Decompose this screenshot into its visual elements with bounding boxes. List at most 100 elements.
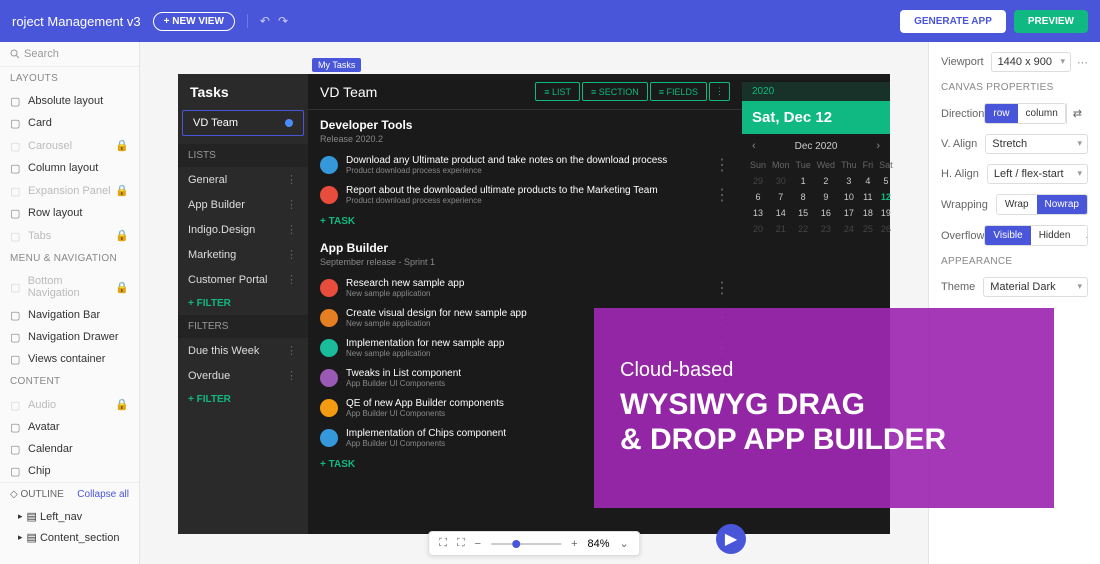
more-icon[interactable]: ⋮ xyxy=(286,198,298,211)
more-icon[interactable]: ⋯ xyxy=(1077,56,1088,69)
zoom-dropdown-icon[interactable]: ⌄ xyxy=(620,537,629,550)
add-filter[interactable]: + FILTER xyxy=(178,388,308,411)
list-item[interactable]: Customer Portal⋮ xyxy=(178,267,308,292)
panel-item[interactable]: ▢Column layout xyxy=(0,157,139,179)
undo-icon[interactable]: ↶ xyxy=(260,14,270,28)
nowrap-button[interactable]: Nowrap xyxy=(1037,195,1087,214)
cal-day[interactable]: 29 xyxy=(748,174,768,188)
task-row[interactable]: Research new sample appNew sample applic… xyxy=(308,273,742,303)
cal-day[interactable]: 1 xyxy=(794,174,813,188)
search-input[interactable]: Search xyxy=(0,42,139,67)
more-icon[interactable]: ⋮ xyxy=(714,185,730,205)
cal-day[interactable]: 18 xyxy=(861,206,876,220)
cal-day[interactable]: 16 xyxy=(815,206,837,220)
preview-button[interactable]: PREVIEW xyxy=(1014,10,1088,33)
cal-day[interactable]: 23 xyxy=(815,222,837,236)
outline-item[interactable]: ▸▤ Content_section xyxy=(0,527,139,548)
panel-item[interactable]: ▢Navigation Bar xyxy=(0,304,139,326)
panel-item[interactable]: ▢Views container xyxy=(0,348,139,370)
valign-select[interactable]: Stretch xyxy=(985,134,1088,154)
fit-icon[interactable]: ⛶ xyxy=(439,537,447,550)
halign-select[interactable]: Left / flex-start xyxy=(987,164,1088,184)
more-icon[interactable]: ⋮ xyxy=(286,223,298,236)
add-task-g1[interactable]: + TASK xyxy=(308,210,742,233)
cal-day[interactable]: 11 xyxy=(861,190,876,204)
view-button-list[interactable]: ≡ LIST xyxy=(535,82,580,101)
collapse-all-link[interactable]: Collapse all xyxy=(77,489,129,500)
filters-header: FILTERS xyxy=(178,315,308,338)
panel-item[interactable]: ▢Avatar xyxy=(0,416,139,438)
generate-app-button[interactable]: GENERATE APP xyxy=(900,10,1006,33)
canvas-tag[interactable]: My Tasks xyxy=(312,58,361,72)
cal-day[interactable]: 22 xyxy=(794,222,813,236)
view-button-fields[interactable]: ≡ FIELDS xyxy=(650,82,707,101)
list-item[interactable]: App Builder⋮ xyxy=(178,192,308,217)
cal-day[interactable]: 30 xyxy=(770,174,792,188)
cal-day[interactable]: 14 xyxy=(770,206,792,220)
view-button-section[interactable]: ≡ SECTION xyxy=(582,82,648,101)
panel-item[interactable]: ▢Card xyxy=(0,112,139,134)
cal-day[interactable]: 26 xyxy=(877,222,895,236)
more-icon[interactable]: ⋮ xyxy=(286,273,298,286)
fullscreen-icon[interactable]: ⛶ xyxy=(457,537,465,550)
view-more-icon[interactable]: ⋮ xyxy=(709,82,730,101)
cal-day[interactable]: 9 xyxy=(815,190,837,204)
cal-day[interactable]: 7 xyxy=(770,190,792,204)
cal-day[interactable]: 6 xyxy=(748,190,768,204)
more-icon[interactable]: ⋮ xyxy=(714,155,730,175)
cal-day[interactable]: 13 xyxy=(748,206,768,220)
theme-select[interactable]: Material Dark xyxy=(983,277,1088,297)
zoom-slider[interactable] xyxy=(491,543,561,545)
overflow-visible-button[interactable]: Visible xyxy=(985,226,1030,245)
cal-day[interactable]: 15 xyxy=(794,206,813,220)
overflow-hidden-button[interactable]: Hidden xyxy=(1031,226,1079,245)
outline-item[interactable]: ▸▤ Left_nav xyxy=(0,506,139,527)
cal-day[interactable]: 4 xyxy=(861,174,876,188)
filter-item[interactable]: Overdue⋮ xyxy=(178,363,308,388)
direction-row-button[interactable]: row xyxy=(985,104,1017,123)
more-icon[interactable]: ⋮ xyxy=(714,278,730,298)
add-list-filter[interactable]: + FILTER xyxy=(178,292,308,315)
new-view-button[interactable]: + NEW VIEW xyxy=(153,12,235,31)
list-item[interactable]: General⋮ xyxy=(178,167,308,192)
zoom-in-icon[interactable]: + xyxy=(571,538,577,550)
cal-day[interactable]: 19 xyxy=(877,206,895,220)
panel-item[interactable]: ▢Absolute layout xyxy=(0,90,139,112)
cal-day[interactable]: 2 xyxy=(815,174,837,188)
filter-item[interactable]: Due this Week⋮ xyxy=(178,338,308,363)
task-row[interactable]: Report about the downloaded ultimate pro… xyxy=(308,180,742,210)
redo-icon[interactable]: ↷ xyxy=(278,14,288,28)
wrap-button[interactable]: Wrap xyxy=(997,195,1037,214)
viewport-select[interactable]: 1440 x 900 xyxy=(991,52,1071,72)
panel-item[interactable]: ▢Navigation Drawer xyxy=(0,326,139,348)
swap-icon[interactable]: ⇄ xyxy=(1066,103,1088,124)
cal-day[interactable]: 17 xyxy=(839,206,859,220)
more-icon[interactable]: ⋮ xyxy=(286,369,298,382)
cal-day[interactable]: 3 xyxy=(839,174,859,188)
cal-day[interactable]: 8 xyxy=(794,190,813,204)
zoom-out-icon[interactable]: − xyxy=(475,538,481,550)
cal-day[interactable]: 25 xyxy=(861,222,876,236)
cal-day[interactable]: 20 xyxy=(748,222,768,236)
cal-prev-icon[interactable]: ‹ xyxy=(752,140,756,152)
panel-item[interactable]: ▢Calendar xyxy=(0,438,139,460)
more-icon[interactable]: ⋮ xyxy=(286,344,298,357)
cal-next-icon[interactable]: › xyxy=(876,140,880,152)
task-row[interactable]: Download any Ultimate product and take n… xyxy=(308,150,742,180)
cal-day[interactable]: 10 xyxy=(839,190,859,204)
list-item[interactable]: Indigo.Design⋮ xyxy=(178,217,308,242)
panel-item[interactable]: ▢Row layout xyxy=(0,202,139,224)
list-item[interactable]: Marketing⋮ xyxy=(178,242,308,267)
cal-day[interactable]: 12 xyxy=(877,190,895,204)
cal-day[interactable]: 24 xyxy=(839,222,859,236)
cal-day[interactable]: 5 xyxy=(877,174,895,188)
cal-day[interactable]: 21 xyxy=(770,222,792,236)
play-button[interactable]: ▶ xyxy=(716,524,746,554)
tasks-title: Tasks xyxy=(178,74,308,110)
more-icon[interactable]: ⋮ xyxy=(286,248,298,261)
panel-item[interactable]: ▢Chip xyxy=(0,460,139,482)
more-icon[interactable]: ⋮ xyxy=(286,173,298,186)
overflow-auto-button[interactable]: Auto xyxy=(1078,226,1088,245)
team-selector[interactable]: VD Team xyxy=(182,110,304,136)
direction-column-button[interactable]: column xyxy=(1018,104,1066,123)
